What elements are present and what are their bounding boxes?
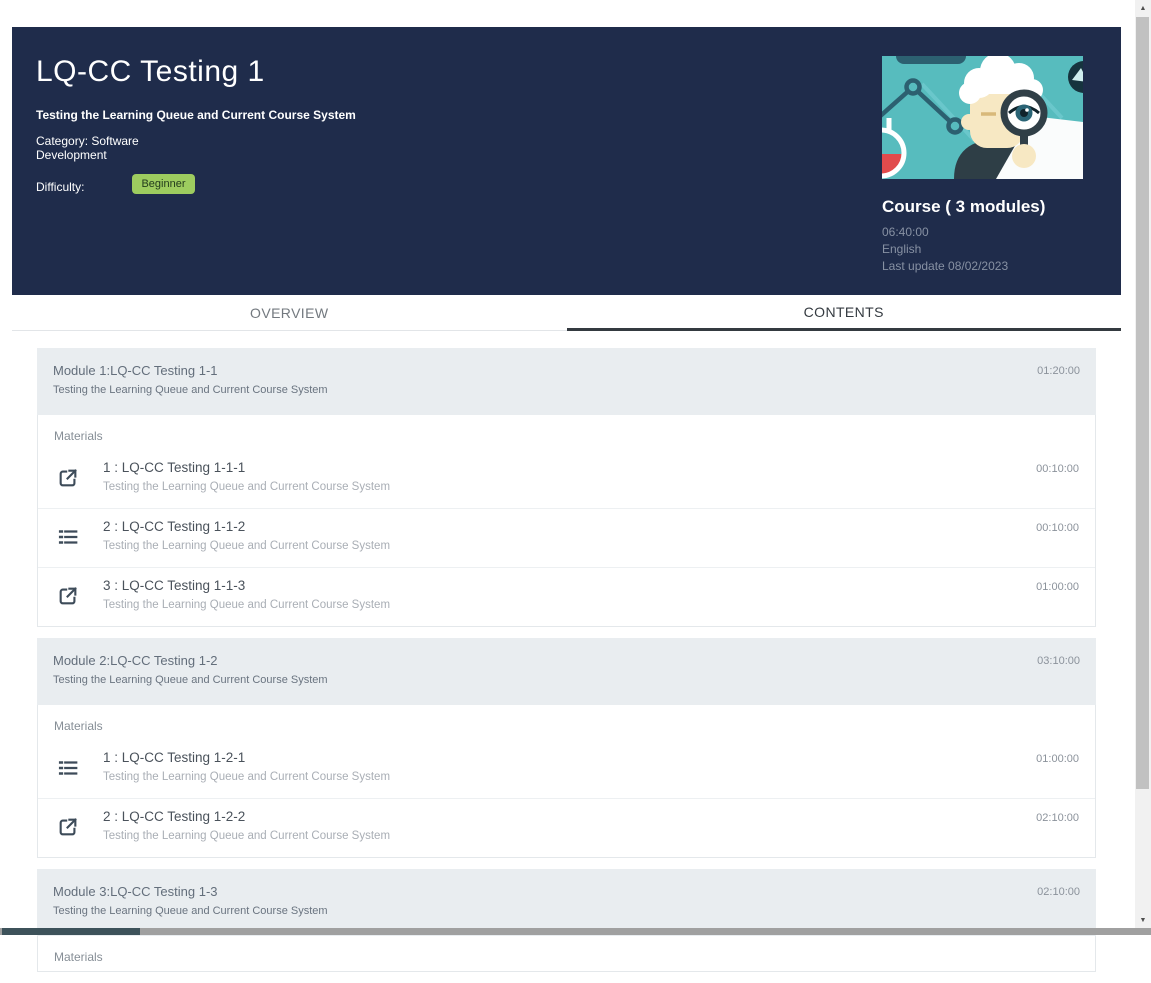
contents-panel: Module 1:LQ-CC Testing 1-1 Testing the L… bbox=[12, 331, 1121, 972]
external-link-icon bbox=[57, 816, 79, 838]
module-subtitle: Testing the Learning Queue and Current C… bbox=[53, 905, 328, 917]
material-row[interactable]: 1 : LQ-CC Testing 1-1-1 Testing the Lear… bbox=[38, 450, 1095, 508]
horizontal-scrollbar[interactable] bbox=[0, 928, 1151, 935]
vertical-scrollbar-thumb[interactable] bbox=[1136, 17, 1149, 789]
course-category: Category: Software Development bbox=[36, 134, 171, 162]
module-title: Module 2:LQ-CC Testing 1-2 bbox=[53, 653, 328, 668]
list-icon bbox=[57, 526, 79, 548]
material-row[interactable]: 1 : LQ-CC Testing 1-2-1 Testing the Lear… bbox=[38, 740, 1095, 798]
material-subtitle: Testing the Learning Queue and Current C… bbox=[103, 540, 390, 552]
module-section: Module 2:LQ-CC Testing 1-2 Testing the L… bbox=[37, 638, 1096, 858]
module-title: Module 3:LQ-CC Testing 1-3 bbox=[53, 884, 328, 899]
difficulty-badge: Beginner bbox=[132, 174, 194, 194]
course-duration: 06:40:00 bbox=[882, 224, 1083, 241]
module-list: Module 1:LQ-CC Testing 1-1 Testing the L… bbox=[37, 348, 1096, 972]
module-subtitle: Testing the Learning Queue and Current C… bbox=[53, 674, 328, 686]
course-summary-panel: Course ( 3 modules) 06:40:00 English Las… bbox=[882, 56, 1083, 275]
material-subtitle: Testing the Learning Queue and Current C… bbox=[103, 771, 390, 783]
module-section: Module 1:LQ-CC Testing 1-1 Testing the L… bbox=[37, 348, 1096, 627]
material-duration: 01:00:00 bbox=[1036, 581, 1079, 593]
material-title: 2 : LQ-CC Testing 1-1-2 bbox=[103, 519, 390, 534]
material-row[interactable]: 3 : LQ-CC Testing 1-1-3 Testing the Lear… bbox=[38, 567, 1095, 626]
material-row[interactable]: 2 : LQ-CC Testing 1-2-2 Testing the Lear… bbox=[38, 798, 1095, 857]
materials-section: Materials 1 : LQ-CC Testing 1-1-1 Testin… bbox=[37, 415, 1096, 627]
difficulty-row: Difficulty: Beginner bbox=[36, 174, 195, 194]
module-duration: 03:10:00 bbox=[1037, 655, 1080, 667]
materials-rows: 1 : LQ-CC Testing 1-1-1 Testing the Lear… bbox=[38, 450, 1095, 626]
course-last-update: Last update 08/02/2023 bbox=[882, 258, 1083, 275]
external-link-icon bbox=[57, 467, 79, 489]
material-row[interactable]: 2 : LQ-CC Testing 1-1-2 Testing the Lear… bbox=[38, 508, 1095, 567]
material-title: 1 : LQ-CC Testing 1-1-1 bbox=[103, 460, 390, 475]
course-hero: LQ-CC Testing 1 Testing the Learning Que… bbox=[12, 27, 1121, 295]
module-header[interactable]: Module 1:LQ-CC Testing 1-1 Testing the L… bbox=[37, 348, 1096, 415]
module-subtitle: Testing the Learning Queue and Current C… bbox=[53, 384, 328, 396]
scroll-down-icon[interactable]: ▼ bbox=[1135, 912, 1151, 929]
module-duration: 02:10:00 bbox=[1037, 886, 1080, 898]
module-duration: 01:20:00 bbox=[1037, 365, 1080, 377]
material-duration: 00:10:00 bbox=[1036, 522, 1079, 534]
module-title: Module 1:LQ-CC Testing 1-1 bbox=[53, 363, 328, 378]
module-header[interactable]: Module 2:LQ-CC Testing 1-2 Testing the L… bbox=[37, 638, 1096, 705]
list-icon bbox=[57, 757, 79, 779]
course-language: English bbox=[882, 241, 1083, 258]
material-title: 3 : LQ-CC Testing 1-1-3 bbox=[103, 578, 390, 593]
difficulty-label: Difficulty: bbox=[36, 175, 84, 194]
materials-label: Materials bbox=[38, 936, 1095, 971]
material-duration: 00:10:00 bbox=[1036, 463, 1079, 475]
materials-label: Materials bbox=[38, 415, 1095, 450]
material-duration: 02:10:00 bbox=[1036, 812, 1079, 824]
materials-section: Materials 1 : LQ-CC Testing 1-2-1 Testin… bbox=[37, 705, 1096, 858]
vertical-scrollbar[interactable]: ▲ ▼ bbox=[1135, 0, 1151, 929]
page-title: LQ-CC Testing 1 bbox=[36, 55, 265, 89]
course-thumbnail-illustration bbox=[882, 56, 1083, 179]
materials-rows: 1 : LQ-CC Testing 1-2-1 Testing the Lear… bbox=[38, 740, 1095, 857]
course-type-label: Course ( 3 modules) bbox=[882, 197, 1083, 217]
module-header[interactable]: Module 3:LQ-CC Testing 1-3 Testing the L… bbox=[37, 869, 1096, 936]
material-duration: 01:00:00 bbox=[1036, 753, 1079, 765]
tab-overview[interactable]: OVERVIEW bbox=[12, 295, 567, 331]
external-link-icon bbox=[57, 585, 79, 607]
module-section: Module 3:LQ-CC Testing 1-3 Testing the L… bbox=[37, 869, 1096, 972]
course-page-card: LQ-CC Testing 1 Testing the Learning Que… bbox=[12, 27, 1121, 983]
material-title: 1 : LQ-CC Testing 1-2-1 bbox=[103, 750, 390, 765]
horizontal-scrollbar-thumb[interactable] bbox=[2, 928, 140, 935]
materials-label: Materials bbox=[38, 705, 1095, 740]
material-subtitle: Testing the Learning Queue and Current C… bbox=[103, 599, 390, 611]
tab-contents[interactable]: CONTENTS bbox=[567, 295, 1122, 331]
course-subtitle: Testing the Learning Queue and Current C… bbox=[36, 108, 356, 122]
scroll-up-icon[interactable]: ▲ bbox=[1135, 0, 1151, 17]
material-subtitle: Testing the Learning Queue and Current C… bbox=[103, 481, 390, 493]
material-subtitle: Testing the Learning Queue and Current C… bbox=[103, 830, 390, 842]
materials-section: Materials bbox=[37, 936, 1096, 972]
tab-bar: OVERVIEW CONTENTS bbox=[12, 295, 1121, 331]
material-title: 2 : LQ-CC Testing 1-2-2 bbox=[103, 809, 390, 824]
